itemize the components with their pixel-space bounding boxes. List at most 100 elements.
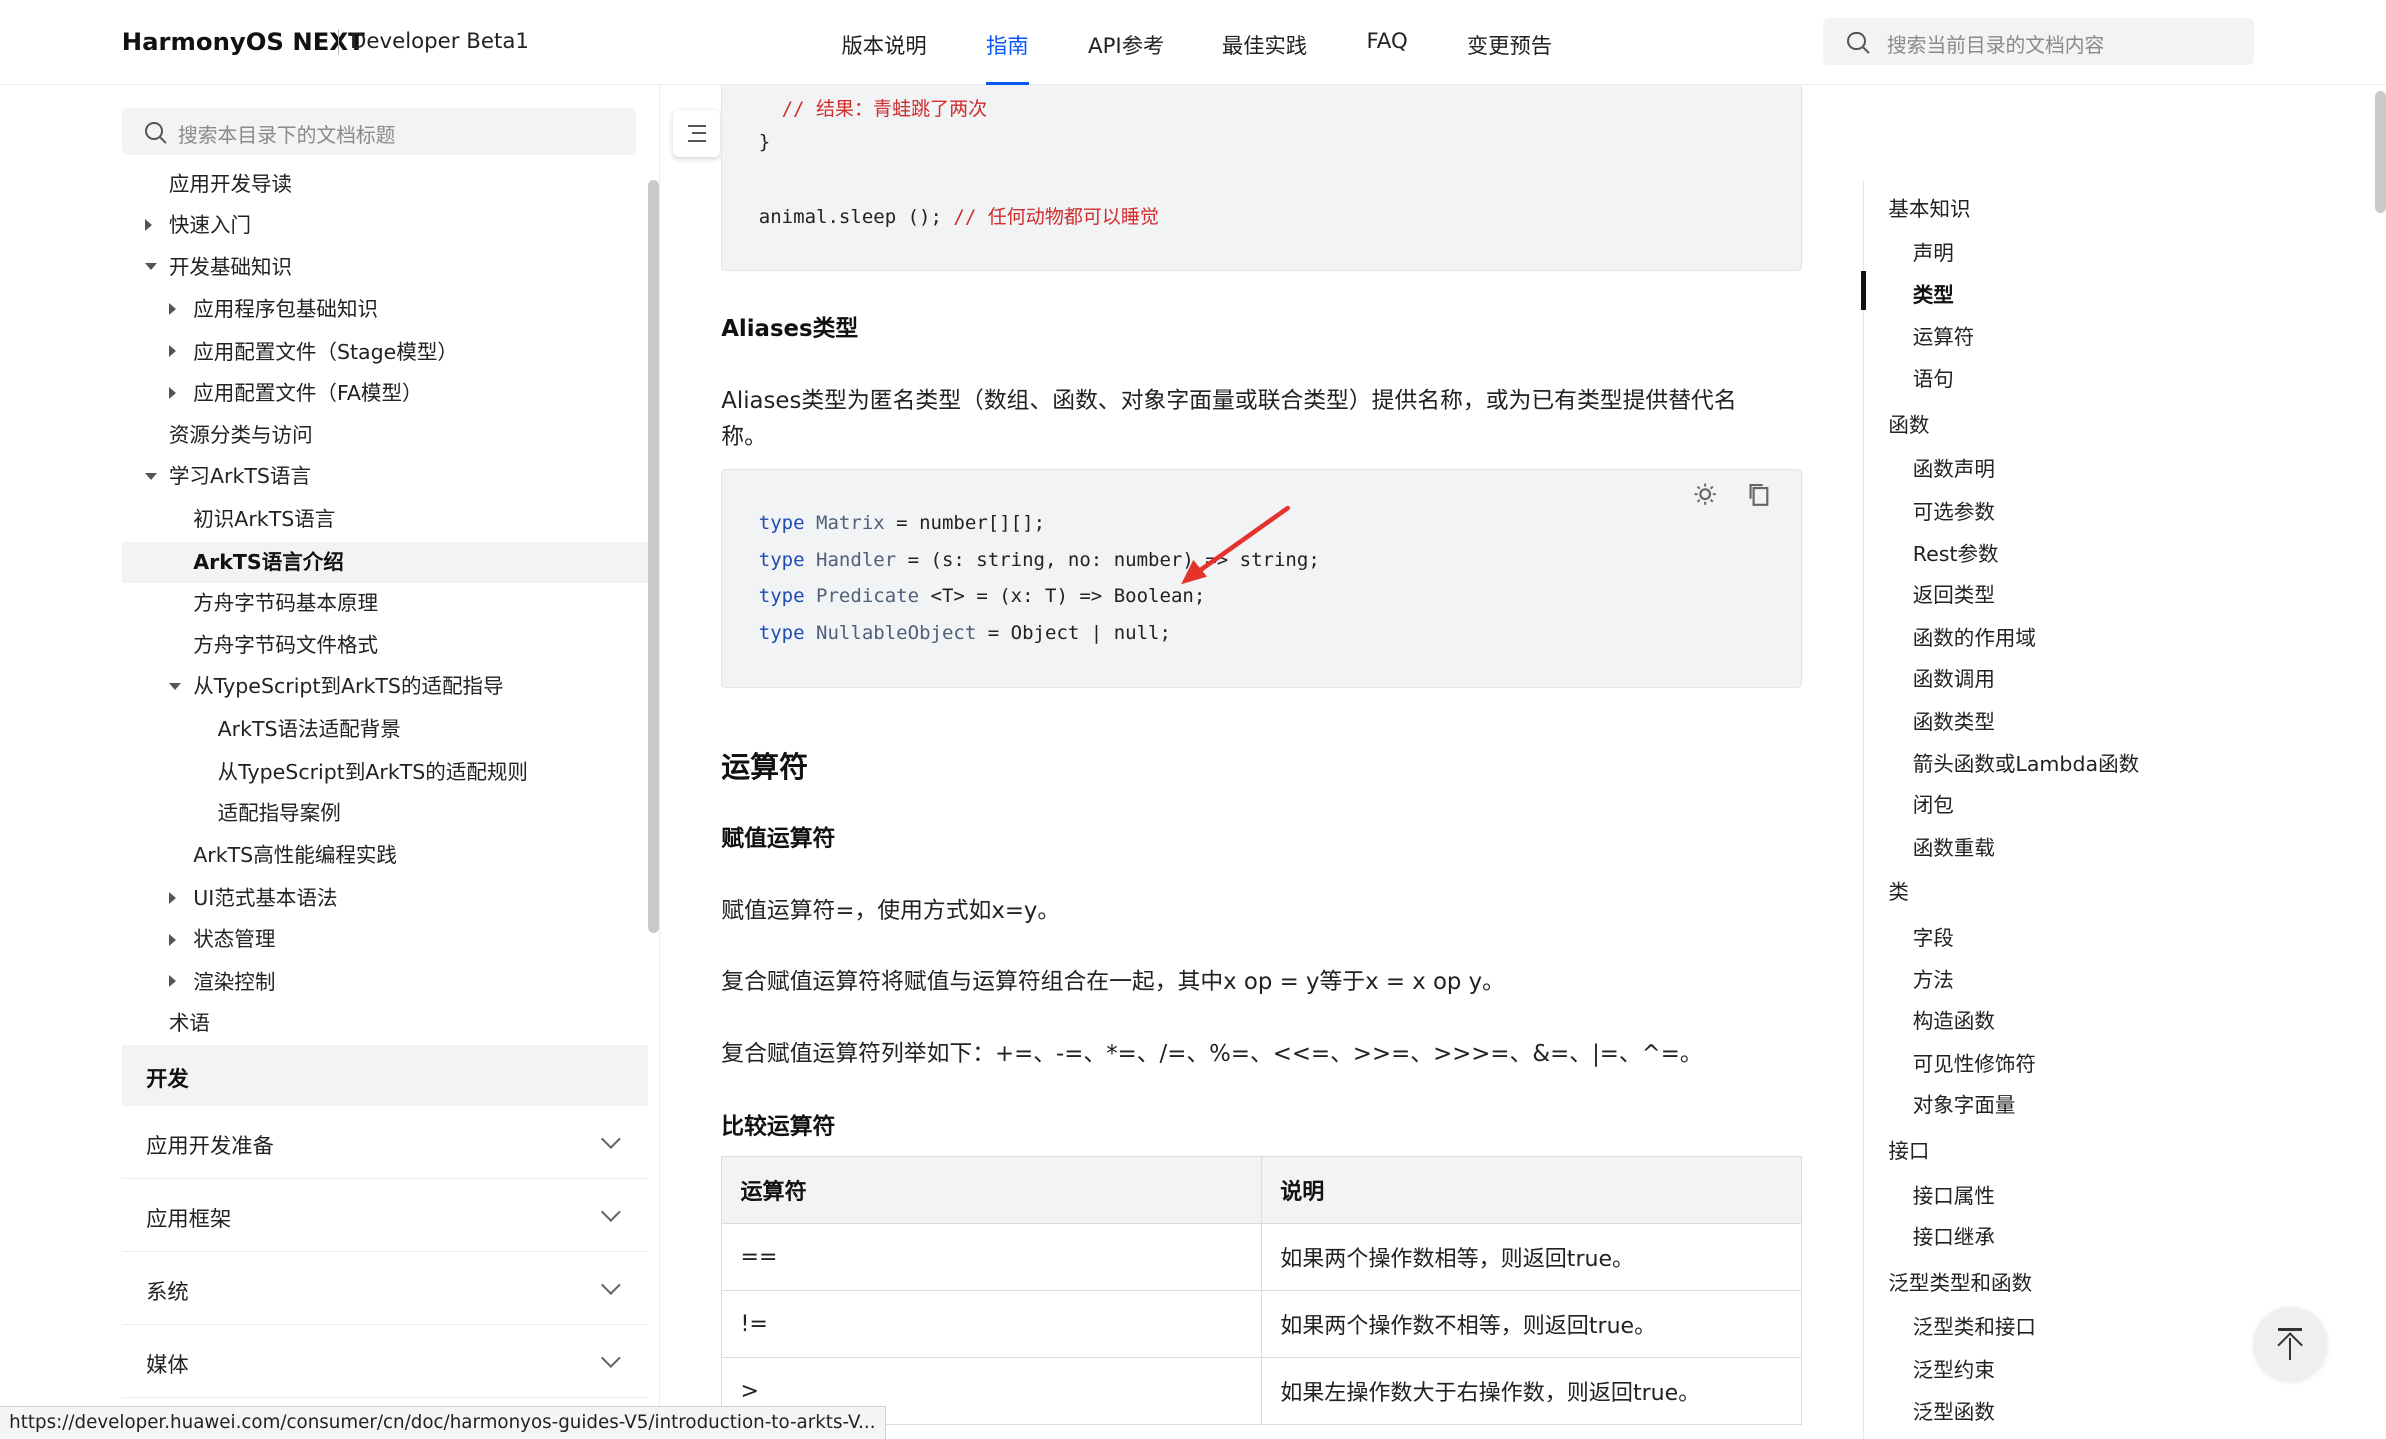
toc-item-rest-params[interactable]: Rest参数 (1913, 537, 1999, 567)
comparison-operators-table: 运算符 说明 == 如果两个操作数相等，则返回true。 != 如果两个操作数不… (721, 1156, 1802, 1426)
table-cell-description: 如果两个操作数相等，则返回true。 (1260, 1223, 1802, 1292)
tree-item-resources[interactable]: 资源分类与访问 (169, 415, 313, 456)
tree-item-learn-arkts[interactable]: 学习ArkTS语言 (169, 456, 311, 497)
nav-change-preview[interactable]: 变更预告 (1467, 29, 1552, 60)
code-comment-line: // 结果：青蛙跳了两次 (781, 98, 988, 121)
toc-item-functions[interactable]: 函数 (1888, 408, 1929, 438)
toc-item-arrow-functions[interactable]: 箭头函数或Lambda函数 (1913, 747, 2139, 777)
expand-arrow-icon[interactable] (168, 386, 176, 399)
toc-item-constructors[interactable]: 构造函数 (1913, 1004, 1995, 1034)
toc-item-generics[interactable]: 泛型类型和函数 (1888, 1266, 2032, 1296)
tree-item-arkts-performance[interactable]: ArkTS高性能编程实践 (193, 835, 397, 876)
toc-item-basics[interactable]: 基本知识 (1888, 192, 1970, 222)
code-line-predicate: type Predicate <T> = (x: T) => Boolean; (759, 585, 1206, 607)
expand-arrow-icon[interactable] (168, 891, 176, 904)
toc-item-function-declaration[interactable]: 函数声明 (1913, 452, 1995, 482)
page-scrollbar[interactable] (2375, 91, 2386, 214)
toc-item-closures[interactable]: 闭包 (1913, 788, 1954, 818)
tree-item-label: 渲染控制 (193, 969, 276, 994)
code-closing-brace: } (758, 130, 771, 153)
tree-item-ts-to-arkts[interactable]: 从TypeScript到ArkTS的适配指导 (193, 666, 503, 707)
toc-item-declarations[interactable]: 声明 (1913, 236, 1954, 266)
brand-subtitle[interactable]: Developer Beta1 (350, 29, 529, 54)
chevron-down-icon (601, 1275, 621, 1295)
category-media[interactable]: 媒体 (121, 1325, 649, 1399)
expand-arrow-icon[interactable] (144, 219, 152, 232)
tree-item-ark-bytecode-principles[interactable]: 方舟字节码基本原理 (193, 583, 378, 624)
tree-item-label: 术语 (168, 1010, 210, 1035)
collapse-arrow-icon[interactable] (168, 683, 181, 690)
tree-item-render-control[interactable]: 渲染控制 (193, 962, 275, 1003)
toc-item-types[interactable]: 类型 (1913, 278, 1954, 308)
back-to-top-button[interactable] (2253, 1307, 2327, 1381)
toc-item-overloading[interactable]: 函数重载 (1913, 831, 1995, 861)
tree-item-label: 应用配置文件（Stage模型） (193, 339, 458, 364)
sidebar-scrollbar[interactable] (648, 179, 659, 933)
sidebar-search-input[interactable]: 搜索本目录下的文档标题 (121, 108, 637, 156)
tree-item-quick-start[interactable]: 快速入门 (169, 205, 251, 246)
category-app-framework[interactable]: 应用框架 (121, 1179, 649, 1253)
tree-item-dev-basics[interactable]: 开发基础知识 (169, 247, 292, 288)
tree-item-ts-to-arkts-rules[interactable]: 从TypeScript到ArkTS的适配规则 (218, 752, 528, 793)
tree-item-ui-paradigm[interactable]: UI范式基本语法 (193, 878, 337, 919)
toc-item-generic-classes[interactable]: 泛型类和接口 (1913, 1310, 2036, 1340)
collapse-sidebar-button[interactable] (672, 109, 720, 157)
tree-item-app-dev-intro[interactable]: 应用开发导读 (169, 170, 292, 205)
toc-item-interface-inheritance[interactable]: 接口继承 (1913, 1220, 1995, 1250)
toc-item-interfaces[interactable]: 接口 (1888, 1134, 1929, 1164)
theme-toggle-icon[interactable] (1693, 482, 1717, 506)
section-header-develop[interactable]: 开发 (121, 1045, 649, 1107)
toc-item-function-type[interactable]: 函数类型 (1913, 705, 1995, 735)
tree-item-label: 应用程序包基础知识 (193, 297, 379, 322)
code-type-name: Matrix (816, 512, 885, 535)
copy-icon[interactable] (1746, 482, 1770, 506)
toc-item-function-call[interactable]: 函数调用 (1913, 662, 1995, 692)
table-cell-description: 如果两个操作数不相等，则返回true。 (1260, 1290, 1802, 1359)
toc-item-return-type[interactable]: 返回类型 (1913, 578, 1995, 608)
tree-item-arkts-language-intro[interactable]: ArkTS语言介绍 (121, 541, 649, 583)
category-app-dev-prep[interactable]: 应用开发准备 (121, 1106, 649, 1180)
nav-guides[interactable]: 指南 (986, 29, 1029, 60)
heading-operators: 运算符 (721, 750, 808, 785)
tree-item-state-management[interactable]: 状态管理 (193, 919, 275, 960)
expand-arrow-icon[interactable] (168, 302, 176, 315)
toc-item-function-scope[interactable]: 函数的作用域 (1913, 621, 2036, 651)
toc-item-generic-functions[interactable]: 泛型函数 (1913, 1395, 1995, 1425)
toc-item-operators[interactable]: 运算符 (1913, 320, 1975, 350)
toc-item-statements[interactable]: 语句 (1913, 362, 1954, 392)
tree-item-glossary[interactable]: 术语 (169, 1003, 210, 1044)
nav-version-notes[interactable]: 版本说明 (841, 29, 926, 60)
doc-search-input[interactable]: 搜索当前目录的文档内容 (1822, 18, 2254, 66)
chevron-down-icon (601, 1348, 621, 1368)
expand-arrow-icon[interactable] (168, 975, 176, 988)
tree-item-ark-bytecode-format[interactable]: 方舟字节码文件格式 (193, 625, 378, 666)
tree-item-config-fa[interactable]: 应用配置文件（FA模型） (193, 373, 422, 414)
expand-arrow-icon[interactable] (168, 345, 176, 358)
tree-item-label: ArkTS语法适配背景 (217, 717, 401, 742)
nav-faq[interactable]: FAQ (1366, 29, 1407, 54)
toc-item-optional-params[interactable]: 可选参数 (1913, 495, 1995, 525)
tree-item-adapt-cases[interactable]: 适配指导案例 (218, 793, 341, 834)
toc-item-object-literals[interactable]: 对象字面量 (1913, 1088, 2016, 1118)
heading-comparison-operators: 比较运算符 (721, 1113, 836, 1140)
collapse-arrow-icon[interactable] (144, 473, 157, 480)
nav-api-reference[interactable]: API参考 (1088, 29, 1164, 60)
table-header-row: 运算符 说明 (721, 1156, 1802, 1225)
toc-item-interface-properties[interactable]: 接口属性 (1913, 1179, 1995, 1209)
expand-arrow-icon[interactable] (168, 934, 176, 947)
toc-item-fields[interactable]: 字段 (1913, 921, 1954, 951)
category-system[interactable]: 系统 (121, 1252, 649, 1326)
toc-item-generic-constraints[interactable]: 泛型约束 (1913, 1353, 1995, 1383)
tree-item-arkts-intro-first[interactable]: 初识ArkTS语言 (193, 499, 335, 540)
tree-item-arkts-adapt-background[interactable]: ArkTS语法适配背景 (218, 709, 401, 750)
toc-item-classes[interactable]: 类 (1888, 875, 1909, 905)
sidebar-tree: 应用开发导读 快速入门 开发基础知识 应用程序包基础知识 应用配置文件（Stag… (121, 170, 649, 1044)
tree-item-app-package-basics[interactable]: 应用程序包基础知识 (193, 289, 378, 330)
toc-item-visibility[interactable]: 可见性修饰符 (1913, 1047, 2036, 1077)
nav-best-practices[interactable]: 最佳实践 (1222, 29, 1307, 60)
brand-title[interactable]: HarmonyOS NEXT (122, 27, 365, 56)
assign-paragraph-1: 赋值运算符=，使用方式如x=y。 (721, 897, 1061, 924)
collapse-arrow-icon[interactable] (144, 263, 157, 270)
toc-item-methods[interactable]: 方法 (1913, 963, 1954, 993)
tree-item-config-stage[interactable]: 应用配置文件（Stage模型） (193, 332, 458, 373)
